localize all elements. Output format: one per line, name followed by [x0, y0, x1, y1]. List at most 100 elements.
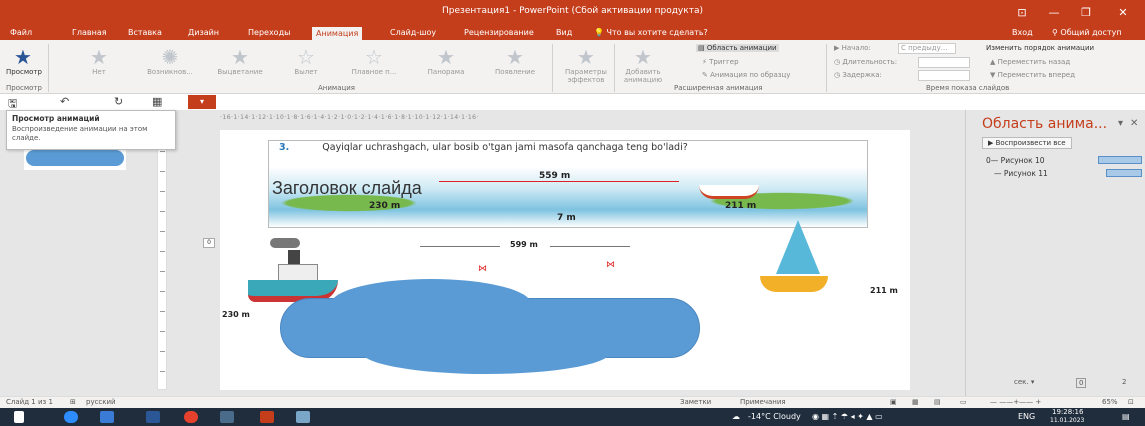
- sailboat-image[interactable]: [760, 220, 830, 300]
- tab-design[interactable]: Дизайн: [184, 26, 223, 40]
- weather-text[interactable]: -14°C Cloudy: [748, 412, 801, 421]
- clock-time[interactable]: 19:28:16: [1052, 408, 1083, 416]
- ribbon-display-icon[interactable]: ⊡: [1007, 3, 1037, 23]
- anim-float-in[interactable]: ☆ Плавное п...: [342, 46, 406, 76]
- anim-fly-in[interactable]: ☆ Вылет: [286, 46, 326, 76]
- effect-options-icon: ★: [577, 45, 595, 69]
- tab-insert[interactable]: Вставка: [124, 26, 166, 40]
- spellcheck-icon[interactable]: ⊞: [70, 398, 76, 406]
- group-label-advanced: Расширенная анимация: [674, 84, 763, 92]
- word-icon[interactable]: [146, 411, 160, 423]
- timeline-zoom-start[interactable]: 0: [1076, 378, 1087, 388]
- zoom-level[interactable]: 65%: [1102, 398, 1118, 406]
- undo-icon[interactable]: ↶: [60, 95, 69, 108]
- windows-start-icon[interactable]: [14, 411, 24, 423]
- reorder-title: Изменить порядок анимации: [986, 44, 1095, 52]
- play-all-button[interactable]: ▶ Воспроизвести все: [982, 137, 1072, 149]
- animation-item-label: Рисунок 10: [1000, 156, 1045, 165]
- start-select[interactable]: С предыду...: [898, 43, 956, 54]
- small-boat: [699, 185, 759, 199]
- tray-icons[interactable]: ◉ ▦ ⇡ ☂ ◂ ✦ ▲ ▭: [812, 412, 883, 421]
- keyboard-language[interactable]: ENG: [1018, 412, 1035, 421]
- slideshow-view-icon[interactable]: ▭: [960, 398, 967, 406]
- pane-options-icon[interactable]: ▾: [1118, 118, 1123, 129]
- tab-slideshow[interactable]: Слайд-шоу: [386, 26, 440, 40]
- weather-icon[interactable]: ☁: [732, 412, 740, 421]
- motion-end-marker[interactable]: ⋈: [478, 264, 487, 274]
- telegram-icon[interactable]: [100, 411, 114, 423]
- redo-icon[interactable]: ↻: [114, 95, 123, 108]
- share-button[interactable]: ⚲ Общий доступ: [1048, 26, 1126, 40]
- add-animation-label: Добавить анимацию: [623, 68, 663, 84]
- animation-pane-label: Область анимации: [706, 44, 777, 52]
- duration-input[interactable]: [918, 57, 970, 68]
- animation-painter-button[interactable]: ✎ Анимация по образцу: [702, 71, 790, 79]
- clock-date[interactable]: 11.01.2023: [1050, 417, 1084, 424]
- tab-review[interactable]: Рецензирование: [460, 26, 538, 40]
- anim-fade[interactable]: ★ Выцветание: [210, 46, 270, 76]
- pic-distance-mid: 7 m: [557, 213, 576, 223]
- move-later-button[interactable]: ▼ Переместить вперед: [990, 71, 1075, 79]
- effect-options-button[interactable]: ★ Параметры эффектов: [562, 46, 610, 84]
- restore-icon[interactable]: ❐: [1071, 3, 1101, 23]
- powerpoint-icon[interactable]: [260, 411, 274, 423]
- motion-start-marker[interactable]: ⋈: [606, 260, 615, 270]
- slide-sorter-icon[interactable]: ▦: [912, 398, 919, 406]
- sign-in-link[interactable]: Вход: [1008, 26, 1037, 40]
- animation-item[interactable]: 0— Рисунок 10: [986, 156, 1045, 165]
- trigger-button[interactable]: ⚡ Триггер: [702, 58, 739, 66]
- ribbon-tabs: Файл Главная Вставка Дизайн Переходы Ани…: [0, 26, 1145, 41]
- notes-button[interactable]: Заметки: [680, 398, 711, 406]
- tab-file[interactable]: Файл: [6, 26, 36, 40]
- title-bar: Презентация1 - PowerPoint (Сбой активаци…: [0, 0, 1145, 26]
- tab-transitions[interactable]: Переходы: [244, 26, 294, 40]
- group-label-animation: Анимация: [318, 84, 356, 92]
- star-icon: ☆: [297, 45, 315, 69]
- tell-me-search[interactable]: 💡 Что вы хотите сделать?: [590, 26, 712, 40]
- close-icon[interactable]: ✕: [1108, 3, 1138, 23]
- notification-icon[interactable]: ▤: [1122, 412, 1130, 421]
- fit-window-icon[interactable]: ⊡: [1128, 398, 1134, 406]
- edge-browser-icon[interactable]: [64, 411, 78, 423]
- anim-appear[interactable]: ✺ Возникнов...: [140, 46, 200, 76]
- ribbon-separator: [48, 44, 49, 92]
- photos-icon[interactable]: [296, 411, 310, 423]
- status-bar: Слайд 1 из 1 ⊞ русский Заметки Примечани…: [0, 396, 1145, 408]
- preview-button[interactable]: ★ Просмотр: [6, 46, 42, 76]
- delay-input[interactable]: [918, 70, 970, 81]
- timeline-zoom-end[interactable]: 2: [1122, 378, 1126, 386]
- slide-thumbnail[interactable]: [24, 148, 126, 170]
- chevron-down-icon: ▾: [1030, 378, 1035, 386]
- customize-toolbar-icon[interactable]: ▾: [188, 95, 216, 109]
- reading-view-icon[interactable]: ▤: [934, 398, 941, 406]
- chrome-icon[interactable]: [184, 411, 198, 423]
- play-icon: ▶: [834, 44, 840, 52]
- tab-view[interactable]: Вид: [552, 26, 576, 40]
- start-from-beginning-icon[interactable]: ▦: [152, 95, 162, 108]
- seconds-dropdown[interactable]: сек. ▾: [1014, 378, 1034, 386]
- add-animation-button[interactable]: ★ Добавить анимацию: [620, 46, 666, 84]
- distance-total: 599 m: [510, 240, 538, 249]
- animation-item[interactable]: — Рисунок 11: [994, 169, 1048, 178]
- horizontal-ruler: ·16·1·14·1·12·1·10·1·8·1·6·1·4·1·2·1·0·1…: [220, 114, 479, 121]
- zoom-slider[interactable]: — ——+—— +: [990, 398, 1041, 406]
- pic-distance-right: 211 m: [725, 201, 757, 211]
- slide[interactable]: 3. Qayiqlar uchrashgach, ular bosib o'tg…: [220, 130, 910, 390]
- normal-view-icon[interactable]: ▣: [890, 398, 897, 406]
- animation-pane: Область анима... ▾ ✕ ▶ Воспроизвести все…: [965, 110, 1145, 396]
- pane-close-icon[interactable]: ✕: [1130, 118, 1138, 129]
- explorer-icon[interactable]: [220, 411, 234, 423]
- anim-none[interactable]: ★ Нет: [84, 46, 114, 76]
- pic-distance-left: 230 m: [369, 201, 401, 211]
- minimize-icon[interactable]: —: [1039, 3, 1069, 23]
- cloud-shape[interactable]: [280, 279, 700, 374]
- language-indicator[interactable]: русский: [86, 398, 116, 406]
- anim-wipe[interactable]: ★ Панорама: [418, 46, 474, 76]
- tab-animations[interactable]: Анимация: [312, 27, 363, 41]
- comments-button[interactable]: Примечания: [740, 398, 786, 406]
- tab-home[interactable]: Главная: [68, 26, 111, 40]
- move-earlier-button[interactable]: ▲ Переместить назад: [990, 58, 1070, 66]
- slide-title-placeholder[interactable]: Заголовок слайда: [272, 178, 422, 199]
- animation-pane-button[interactable]: ▤ Область анимации: [696, 44, 779, 52]
- anim-appear2[interactable]: ★ Появление: [486, 46, 544, 76]
